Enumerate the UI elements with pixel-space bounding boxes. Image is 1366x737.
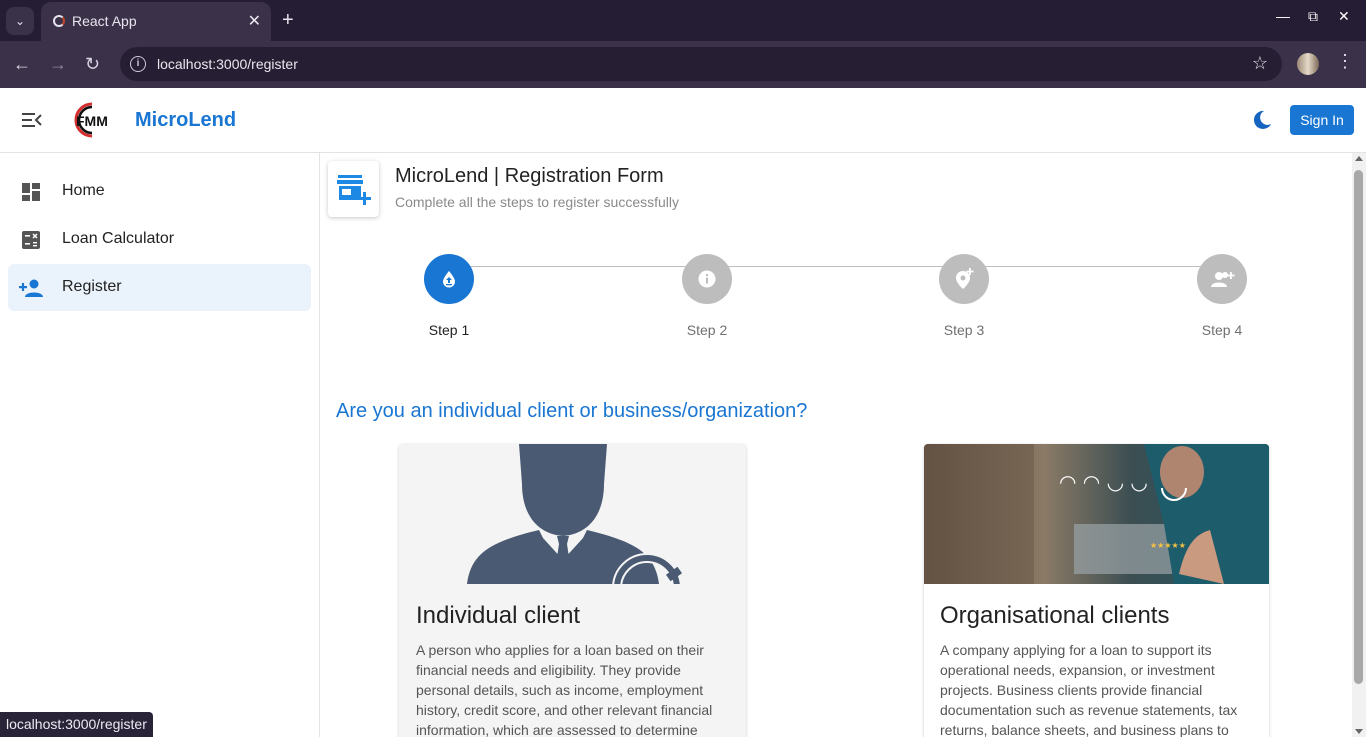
svg-text:◠ ◠ ◡ ◡: ◠ ◠ ◡ ◡	[1059, 470, 1148, 494]
sidebar: Home Loan Calculator Register	[0, 153, 320, 737]
scroll-thumb[interactable]	[1354, 170, 1363, 684]
sidebar-item-loan-calculator[interactable]: Loan Calculator	[8, 216, 311, 263]
step-1[interactable]: Step 1	[399, 254, 499, 338]
tab-title: React App	[72, 13, 137, 29]
svg-text:FMM: FMM	[76, 113, 108, 129]
tab-search-button[interactable]: ⌄	[6, 7, 34, 35]
organisational-client-card[interactable]: ◠ ◠ ◡ ◡ ★★★★★ Organisational clients A c…	[924, 444, 1269, 737]
fmm-logo: FMM	[74, 102, 108, 138]
browser-toolbar: ← → ↻ i localhost:3000/register ☆ ⋮	[0, 41, 1366, 88]
url-text[interactable]: localhost:3000/register	[157, 56, 298, 72]
location-add-icon	[956, 268, 974, 289]
sidebar-item-label: Home	[62, 182, 105, 199]
main-content: MicroLend | Registration Form Complete a…	[320, 153, 1352, 737]
step-label: Step 1	[428, 322, 470, 338]
form-icon-box	[328, 161, 379, 217]
step-3-circle	[939, 254, 989, 304]
form-subtitle: Complete all the steps to register succe…	[395, 194, 680, 210]
react-favicon-icon	[53, 15, 65, 27]
sidebar-item-label: Loan Calculator	[62, 230, 175, 247]
browser-tab-bar: ⌄ React App ✕ + — ⧉ ✕	[0, 0, 1366, 41]
site-info-icon[interactable]: i	[130, 56, 146, 72]
reload-icon[interactable]: ↻	[85, 53, 100, 75]
brand-name[interactable]: MicroLend	[135, 109, 236, 132]
info-icon	[698, 270, 716, 288]
step-4[interactable]: Step 4	[1172, 254, 1272, 338]
organisational-client-image: ◠ ◠ ◡ ◡ ★★★★★	[924, 444, 1269, 584]
browser-menu-icon[interactable]: ⋮	[1336, 51, 1354, 72]
individual-client-image	[399, 444, 746, 584]
step-4-circle	[1197, 254, 1247, 304]
sidebar-item-label: Register	[62, 278, 122, 295]
new-tab-button[interactable]: +	[282, 9, 294, 31]
step-3[interactable]: Step 3	[914, 254, 1014, 338]
scroll-down-arrow-icon[interactable]	[1355, 729, 1363, 734]
calculator-icon	[22, 231, 40, 249]
dark-mode-moon-icon[interactable]	[1251, 109, 1273, 131]
card-title: Individual client	[416, 602, 581, 629]
page-scrollbar[interactable]	[1352, 153, 1366, 737]
form-title: MicroLend | Registration Form	[395, 165, 664, 187]
stepper-connector	[448, 266, 1222, 267]
person-add-icon	[19, 279, 43, 297]
card-title: Organisational clients	[940, 602, 1170, 629]
scroll-up-arrow-icon[interactable]	[1355, 156, 1363, 161]
restore-icon[interactable]: ⧉	[1308, 8, 1318, 25]
step-label: Step 3	[943, 322, 985, 338]
address-bar[interactable]: i localhost:3000/register ☆	[120, 47, 1282, 81]
link-status-bubble: localhost:3000/register	[0, 712, 153, 737]
sidebar-item-home[interactable]: Home	[8, 168, 311, 215]
svg-text:★★★★★: ★★★★★	[1150, 541, 1186, 550]
client-type-question: Are you an individual client or business…	[336, 400, 808, 422]
step-1-circle	[424, 254, 474, 304]
window-close-icon[interactable]: ✕	[1338, 8, 1350, 25]
sign-in-button[interactable]: Sign In	[1290, 105, 1354, 135]
card-description: A person who applies for a loan based on…	[416, 642, 713, 737]
step-2[interactable]: Step 2	[657, 254, 757, 338]
minimize-icon[interactable]: —	[1276, 8, 1290, 24]
app-header: FMM MicroLend Sign In	[0, 88, 1366, 153]
profile-avatar[interactable]	[1297, 53, 1319, 75]
card-description: A company applying for a loan to support…	[940, 642, 1238, 737]
back-arrow-icon[interactable]: ←	[13, 53, 31, 75]
menu-collapse-icon[interactable]	[22, 111, 42, 129]
step-2-circle	[682, 254, 732, 304]
step-label: Step 2	[686, 322, 728, 338]
step-label: Step 4	[1201, 322, 1243, 338]
store-add-icon	[337, 175, 371, 205]
forward-arrow-icon[interactable]: →	[49, 53, 67, 75]
sidebar-item-register[interactable]: Register	[8, 264, 311, 311]
group-add-icon	[1211, 272, 1235, 287]
close-tab-icon[interactable]: ✕	[248, 11, 261, 31]
dashboard-icon	[22, 183, 40, 201]
browser-tab[interactable]: React App ✕	[41, 2, 271, 41]
bookmark-star-icon[interactable]: ☆	[1252, 53, 1268, 74]
individual-client-card[interactable]: Individual client A person who applies f…	[399, 444, 746, 737]
upload-drop-icon	[443, 271, 455, 288]
